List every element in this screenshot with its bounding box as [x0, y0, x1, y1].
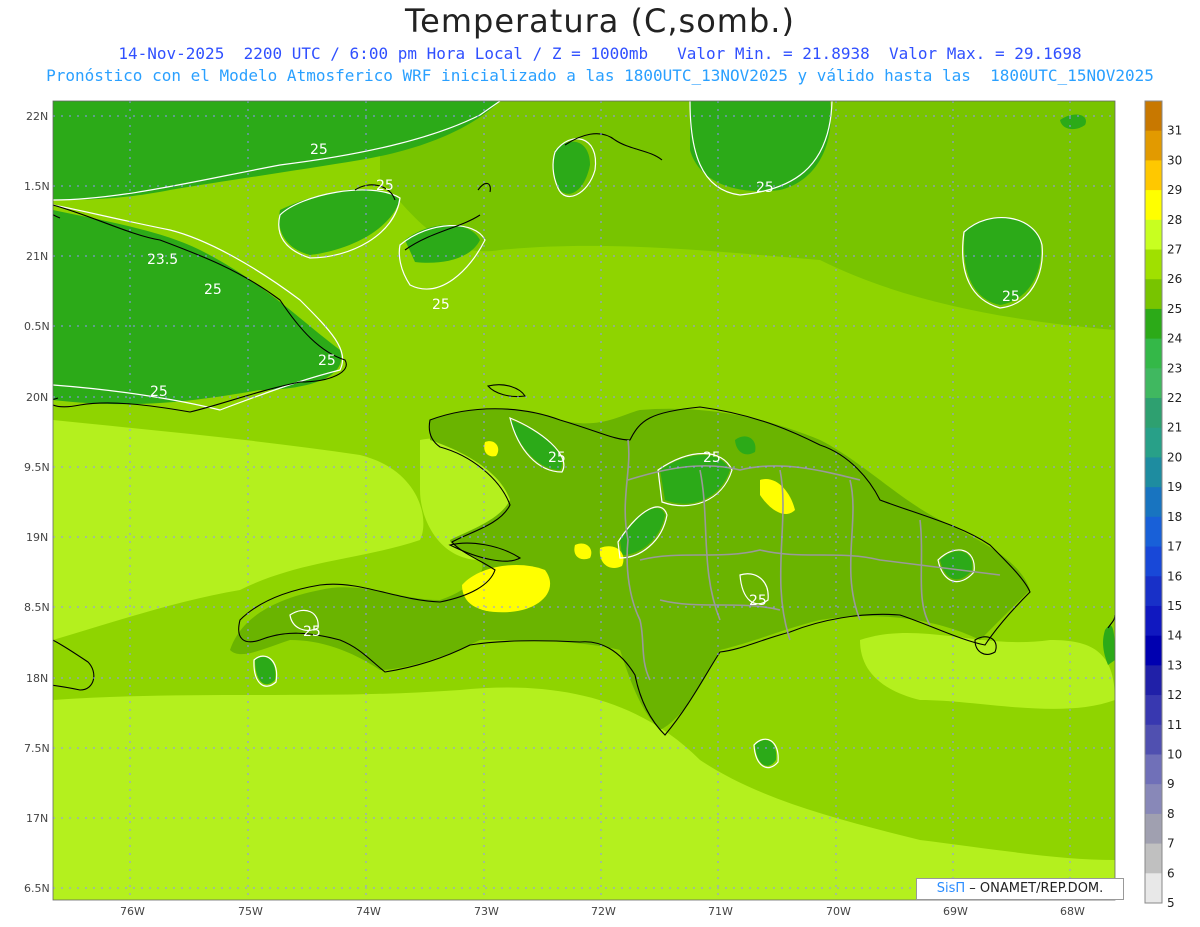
- colorbar-swatch: [1145, 368, 1162, 399]
- colorbar-swatch: [1145, 160, 1162, 191]
- lat-tick-label: 0.5N: [24, 320, 50, 333]
- contour-label: 25: [303, 624, 321, 640]
- colorbar-label: 22: [1167, 391, 1182, 405]
- lon-tick-label: 70W: [826, 905, 851, 918]
- colorbar-swatch: [1145, 813, 1162, 845]
- colorbar-label: 20: [1167, 450, 1182, 464]
- colorbar-swatch: [1145, 784, 1162, 815]
- colorbar-swatch: [1145, 190, 1162, 221]
- colorbar-swatch: [1145, 843, 1162, 874]
- lat-axis: 22N 1.5N 21N 0.5N 20N 9.5N 19N 8.5N 18N …: [24, 110, 50, 895]
- colorbar-swatch: [1145, 695, 1162, 726]
- colorbar-label: 9: [1167, 777, 1175, 791]
- contour-label: 25: [310, 142, 328, 158]
- lon-tick-label: 75W: [238, 905, 263, 918]
- contour-label: 25: [548, 450, 566, 466]
- colorbar: 31 30 29 28 27 26 25 24 23 22 21 20 19 18 17 16 15 14 13 12…: [1144, 100, 1182, 910]
- colorbar-label: 26: [1167, 272, 1182, 286]
- colorbar-swatch: [1145, 338, 1162, 369]
- lat-tick-label: 18N: [26, 672, 48, 685]
- lon-tick-label: 69W: [943, 905, 968, 918]
- colorbar-swatch: [1145, 754, 1162, 785]
- lon-tick-label: 73W: [474, 905, 499, 918]
- colorbar-label: 31: [1167, 124, 1182, 138]
- lon-tick-label: 71W: [708, 905, 733, 918]
- lat-tick-label: 9.5N: [24, 461, 50, 474]
- colorbar-swatch: [1145, 101, 1162, 132]
- colorbar-label: 21: [1167, 421, 1182, 435]
- map-canvas: 25 25 23.5 25 25 25 25 25 25 25 25 25 25…: [24, 100, 1182, 918]
- colorbar-swatch: [1145, 249, 1162, 280]
- colorbar-label: 30: [1167, 153, 1182, 167]
- colorbar-label: 15: [1167, 599, 1182, 613]
- contour-label: 25: [318, 353, 336, 369]
- contour-label: 25: [204, 282, 222, 298]
- colorbar-label: 29: [1167, 183, 1182, 197]
- credit-text: – ONAMET/REP.DOM.: [965, 881, 1104, 896]
- lat-tick-label: 1.5N: [24, 180, 50, 193]
- colorbar-label: 8: [1167, 807, 1175, 821]
- contour-label: 25: [756, 180, 774, 196]
- colorbar-label: 18: [1167, 510, 1182, 524]
- contour-label: 25: [1002, 289, 1020, 305]
- colorbar-label: 16: [1167, 569, 1182, 583]
- colorbar-label: 6: [1167, 866, 1175, 880]
- lat-tick-label: 6.5N: [24, 882, 50, 895]
- contour-label: 23.5: [147, 252, 178, 268]
- colorbar-swatch: [1145, 279, 1162, 310]
- colorbar-swatch: [1145, 665, 1162, 696]
- lat-tick-label: 20N: [26, 391, 48, 404]
- colorbar-swatch: [1145, 576, 1162, 607]
- colorbar-swatch: [1145, 605, 1162, 637]
- lon-tick-label: 68W: [1060, 905, 1085, 918]
- lat-tick-label: 21N: [26, 250, 48, 263]
- colorbar-swatch: [1145, 635, 1162, 666]
- contour-label: 25: [749, 593, 767, 609]
- lat-tick-label: 17N: [26, 812, 48, 825]
- colorbar-swatch: [1145, 130, 1162, 161]
- contour-label: 25: [432, 297, 450, 313]
- colorbar-swatch: [1145, 873, 1162, 904]
- colorbar-swatch: [1145, 487, 1162, 518]
- contour-label: 25: [150, 384, 168, 400]
- colorbar-swatch: [1145, 546, 1162, 577]
- lon-tick-label: 74W: [356, 905, 381, 918]
- lon-axis: 76W 75W 74W 73W 72W 71W 70W 69W 68W: [120, 905, 1085, 918]
- colorbar-label: 28: [1167, 213, 1182, 227]
- colorbar-label: 5: [1167, 896, 1175, 910]
- credit-box: SisΠ – ONAMET/REP.DOM.: [916, 878, 1124, 900]
- colorbar-label: 19: [1167, 480, 1182, 494]
- colorbar-label: 7: [1167, 837, 1175, 851]
- lat-tick-label: 7.5N: [24, 742, 50, 755]
- colorbar-label: 24: [1167, 332, 1182, 346]
- colorbar-label: 13: [1167, 658, 1182, 672]
- colorbar-swatch: [1145, 308, 1162, 340]
- lon-tick-label: 76W: [120, 905, 145, 918]
- lat-tick-label: 22N: [26, 110, 48, 123]
- contour-label: 25: [376, 178, 394, 194]
- lon-tick-label: 72W: [591, 905, 616, 918]
- colorbar-label: 27: [1167, 243, 1182, 257]
- colorbar-label: 12: [1167, 688, 1182, 702]
- colorbar-swatch: [1145, 516, 1162, 548]
- lat-tick-label: 8.5N: [24, 601, 50, 614]
- colorbar-label: 14: [1167, 629, 1182, 643]
- colorbar-label: 23: [1167, 361, 1182, 375]
- colorbar-swatch: [1145, 457, 1162, 488]
- lat-tick-label: 19N: [26, 531, 48, 544]
- colorbar-swatch: [1145, 219, 1162, 251]
- contour-label: 25: [703, 450, 721, 466]
- colorbar-label: 25: [1167, 302, 1182, 316]
- colorbar-swatch: [1145, 724, 1162, 755]
- credit-brand: SisΠ: [936, 881, 966, 896]
- colorbar-swatch: [1145, 427, 1162, 458]
- colorbar-label: 10: [1167, 747, 1182, 761]
- colorbar-swatch: [1145, 398, 1162, 429]
- colorbar-label: 11: [1167, 718, 1182, 732]
- colorbar-label: 17: [1167, 540, 1182, 554]
